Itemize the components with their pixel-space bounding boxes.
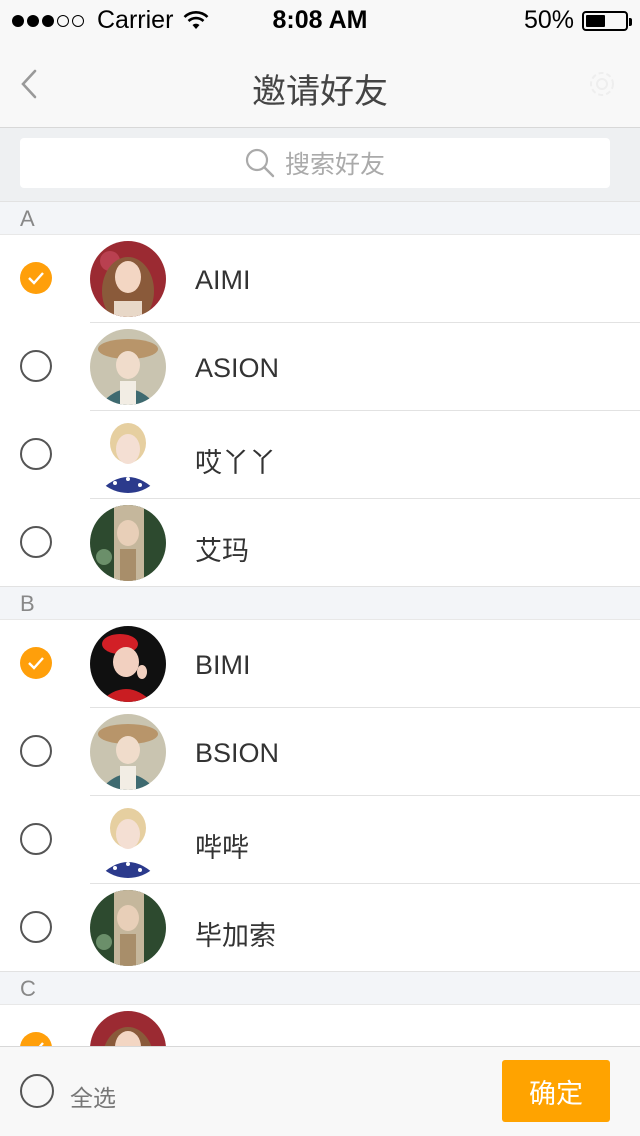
contact-row[interactable]: BIMI	[0, 620, 640, 708]
contact-row[interactable]: BSION	[0, 708, 640, 796]
contact-row[interactable]: 哎丫丫	[0, 411, 640, 499]
checkbox-unchecked[interactable]	[20, 350, 52, 382]
section-header-b: B	[0, 587, 640, 620]
checkbox-unchecked[interactable]	[20, 438, 52, 470]
avatar	[90, 626, 166, 702]
gear-icon[interactable]	[584, 66, 620, 102]
search-placeholder: 搜索好友	[284, 151, 385, 179]
contact-name: 毕加索	[195, 921, 276, 951]
avatar	[90, 890, 166, 966]
checkbox-unchecked[interactable]	[20, 526, 52, 558]
avatar	[90, 802, 166, 878]
search-input[interactable]: 搜索好友	[20, 138, 610, 188]
checkmark-icon	[28, 657, 44, 670]
avatar	[90, 505, 166, 581]
contact-name: 艾玛	[195, 536, 249, 566]
search-bar-container: 搜索好友	[0, 128, 640, 202]
section-header-c: C	[0, 972, 640, 1005]
contact-name: BIMI	[195, 650, 251, 680]
contact-row[interactable]: 艾玛	[0, 499, 640, 587]
bottom-action-bar: 全选 确定	[0, 1046, 640, 1136]
contact-name: BSION	[195, 738, 280, 768]
contact-row[interactable]: 毕加索	[0, 884, 640, 972]
search-icon	[245, 148, 275, 178]
status-right: 50%	[523, 6, 632, 35]
battery-icon	[582, 10, 632, 31]
avatar	[90, 241, 166, 317]
status-bar: Carrier 8:08 AM 50%	[0, 0, 640, 40]
checkmark-icon	[28, 272, 44, 285]
checkbox-unchecked[interactable]	[20, 911, 52, 943]
battery-percent: 50%	[523, 6, 574, 34]
checkbox-checked[interactable]	[20, 262, 52, 294]
confirm-button[interactable]: 确定	[502, 1060, 610, 1122]
contact-row[interactable]: 哔哔	[0, 796, 640, 884]
contact-name: 哔哔	[195, 833, 249, 863]
contact-name: ASION	[195, 353, 280, 383]
contact-row[interactable]: AIMI	[0, 235, 640, 323]
contact-list: A AIMI ASION 哎丫丫 艾玛 B BIMI BSION 哔哔 毕加索 …	[0, 202, 640, 1093]
avatar	[90, 329, 166, 405]
select-all-checkbox[interactable]	[20, 1074, 54, 1108]
checkbox-unchecked[interactable]	[20, 735, 52, 767]
checkbox-unchecked[interactable]	[20, 823, 52, 855]
page-title: 邀请好友	[252, 73, 388, 111]
avatar	[90, 714, 166, 790]
navigation-bar: 邀请好友	[0, 40, 640, 128]
section-header-a: A	[0, 202, 640, 235]
contact-name: 哎丫丫	[195, 448, 276, 478]
avatar	[90, 417, 166, 493]
select-all-label[interactable]: 全选	[70, 1079, 116, 1113]
checkbox-checked[interactable]	[20, 647, 52, 679]
contact-name: AIMI	[195, 265, 251, 295]
contact-row[interactable]: ASION	[0, 323, 640, 411]
